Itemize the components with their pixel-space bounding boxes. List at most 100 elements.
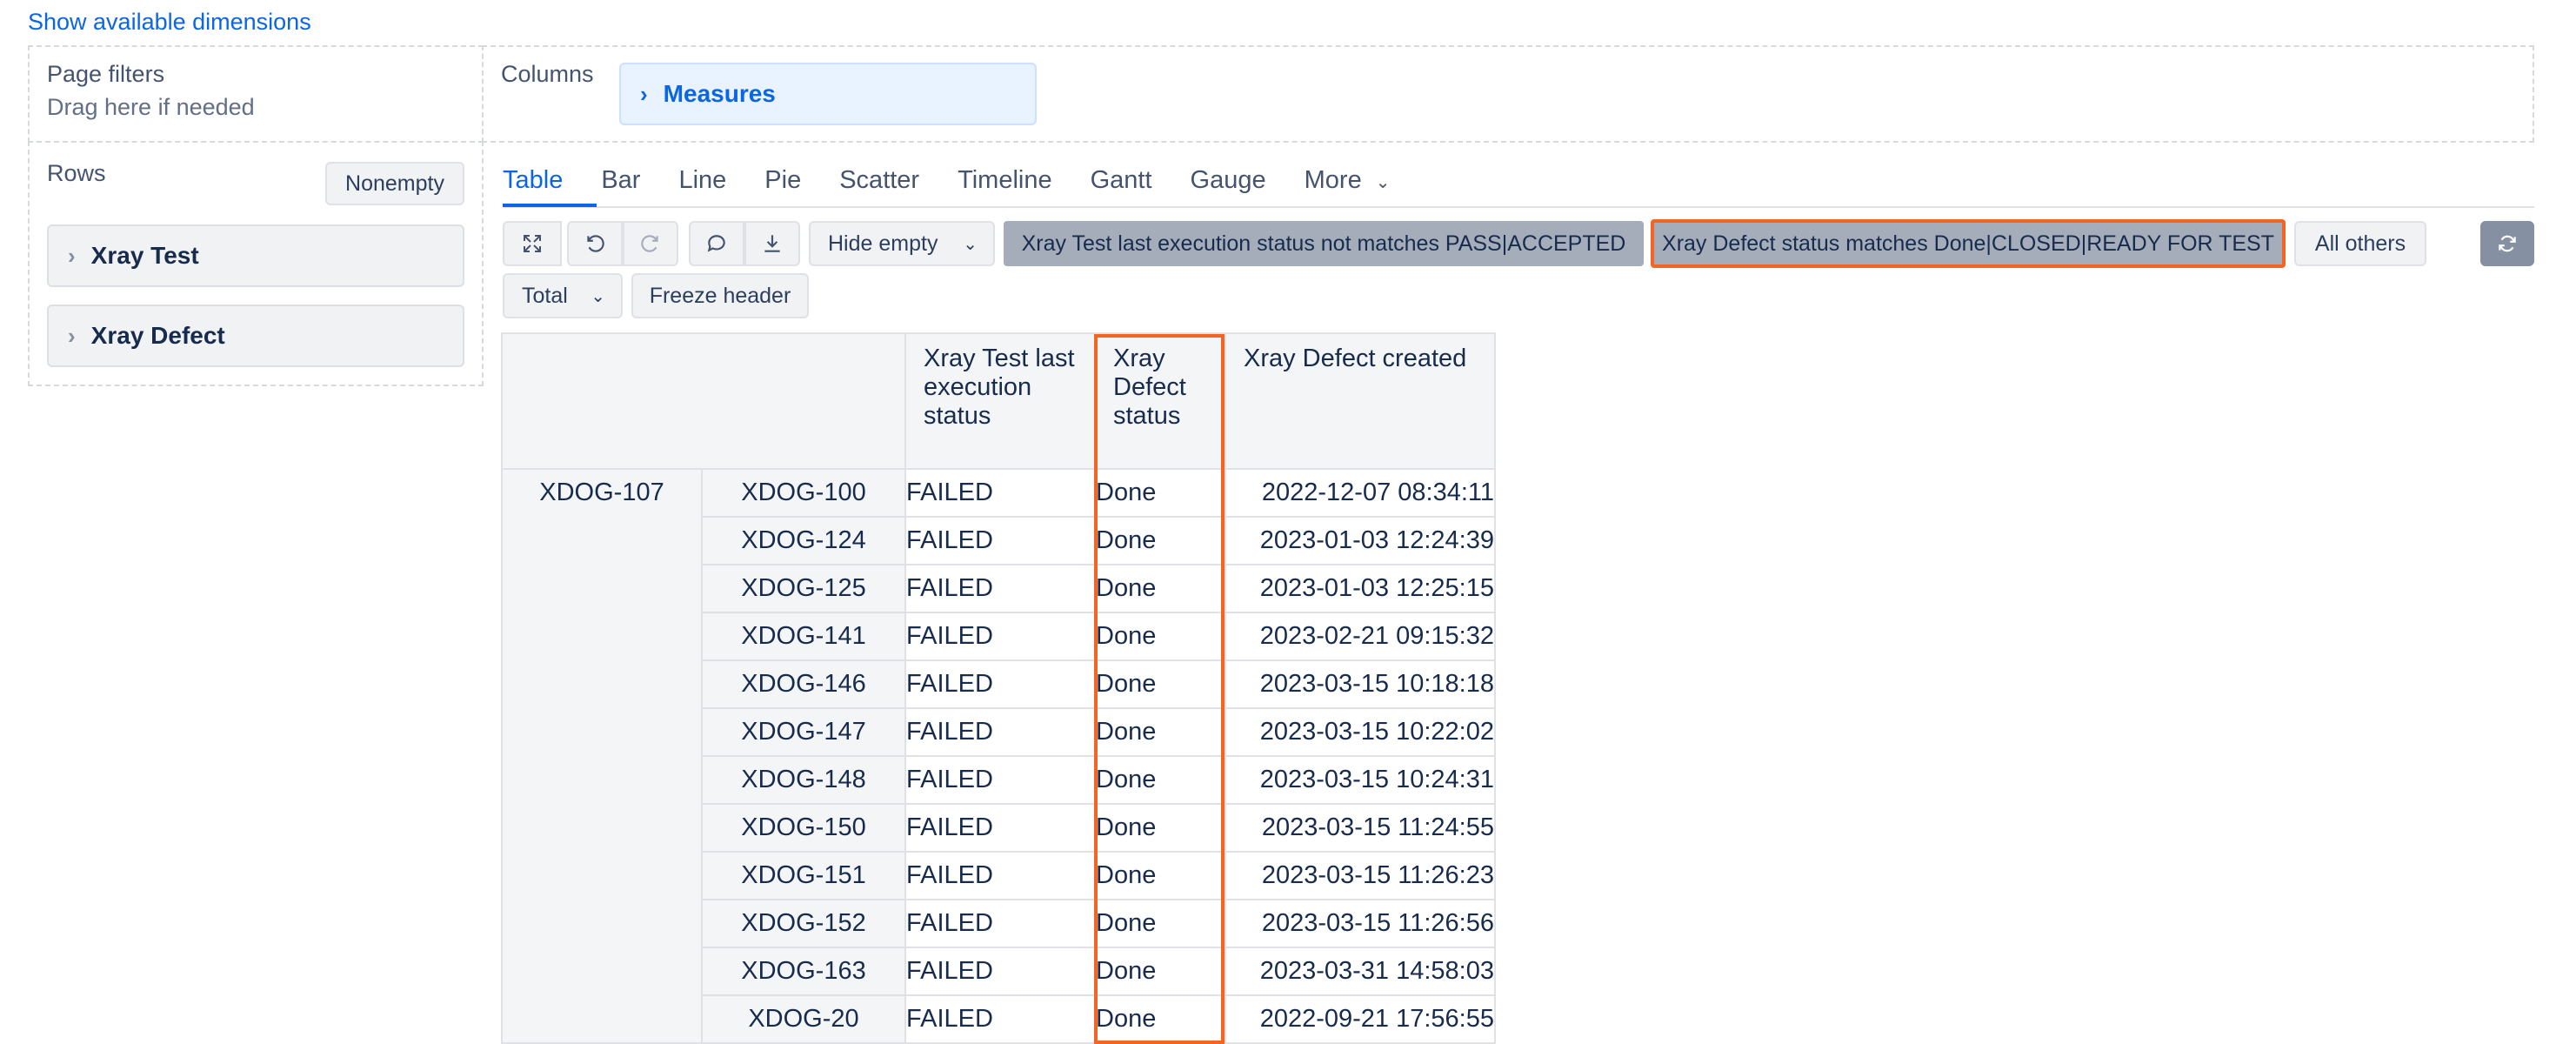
cell-last-execution-status: FAILED — [904, 755, 1096, 805]
row-header-issue[interactable]: XDOG-146 — [701, 659, 906, 709]
chevron-right-icon: › — [640, 80, 648, 107]
refresh-button[interactable] — [2480, 221, 2534, 266]
row-header-issue[interactable]: XDOG-148 — [701, 755, 906, 805]
cell-defect-created: 2023-03-15 11:26:23 — [1225, 851, 1496, 900]
expand-icon — [524, 235, 541, 252]
row-header-issue[interactable]: XDOG-152 — [701, 899, 906, 948]
column-header-last-execution-status[interactable]: Xray Test last execution status — [904, 332, 1096, 470]
nonempty-button[interactable]: Nonempty — [325, 162, 464, 205]
hide-empty-dropdown[interactable]: Hide empty ⌄ — [809, 221, 995, 266]
measures-label: Measures — [663, 80, 776, 107]
all-others-button[interactable]: All others — [2294, 221, 2426, 266]
tab-more[interactable]: More ⌄ — [1305, 166, 1391, 195]
cell-defect-created: 2023-03-15 10:24:31 — [1225, 755, 1496, 805]
cell-defect-status: Done — [1094, 516, 1226, 566]
cell-last-execution-status: FAILED — [904, 947, 1096, 996]
row-header-issue[interactable]: XDOG-150 — [701, 803, 906, 853]
cell-defect-status: Done — [1094, 994, 1226, 1044]
cell-last-execution-status: FAILED — [904, 516, 1096, 566]
column-header-defect-status[interactable]: Xray Defect status — [1094, 332, 1226, 470]
tab-pie[interactable]: Pie — [764, 166, 801, 195]
chevron-down-icon: ⌄ — [591, 286, 605, 306]
cell-defect-created: 2023-03-15 10:22:02 — [1225, 707, 1496, 757]
filter-chip-xray-test-status[interactable]: Xray Test last execution status not matc… — [1004, 221, 1644, 266]
row-header-issue[interactable]: XDOG-151 — [701, 851, 906, 900]
cell-defect-created: 2022-09-21 17:56:55 — [1225, 994, 1496, 1044]
cell-defect-status: Done — [1094, 947, 1226, 996]
table-corner-header — [501, 332, 906, 470]
hide-empty-label: Hide empty — [828, 231, 938, 256]
report-table: Xray Test last execution status Xray Def… — [501, 332, 1496, 1044]
column-dimension-measures[interactable]: › Measures — [619, 63, 1037, 125]
cell-defect-created: 2023-02-21 09:15:32 — [1225, 612, 1496, 661]
chevron-right-icon: › — [68, 322, 76, 349]
cell-last-execution-status: FAILED — [904, 899, 1096, 948]
cell-defect-created: 2023-03-15 11:26:56 — [1225, 899, 1496, 948]
row-header-issue[interactable]: XDOG-125 — [701, 564, 906, 613]
cell-defect-status: Done — [1094, 659, 1226, 709]
cell-last-execution-status: FAILED — [904, 707, 1096, 757]
redo-icon — [641, 235, 658, 252]
cell-defect-created: 2022-12-07 08:34:11 — [1225, 468, 1496, 518]
freeze-header-button[interactable]: Freeze header — [631, 273, 809, 318]
download-icon — [764, 235, 780, 252]
cell-defect-created: 2023-01-03 12:24:39 — [1225, 516, 1496, 566]
tab-scatter[interactable]: Scatter — [839, 166, 919, 195]
cell-defect-status: Done — [1094, 468, 1226, 518]
tab-table[interactable]: Table — [503, 166, 563, 195]
cell-last-execution-status: FAILED — [904, 612, 1096, 661]
undo-icon — [587, 235, 604, 252]
cell-last-execution-status: FAILED — [904, 564, 1096, 613]
row-header-issue[interactable]: XDOG-141 — [701, 612, 906, 661]
show-available-dimensions-link[interactable]: Show available dimensions — [28, 9, 311, 36]
comment-button[interactable] — [689, 221, 744, 266]
xray-defect-label: Xray Defect — [90, 322, 225, 349]
row-header-issue[interactable]: XDOG-163 — [701, 947, 906, 996]
cell-defect-status: Done — [1094, 899, 1226, 948]
cell-defect-status: Done — [1094, 612, 1226, 661]
cell-defect-created: 2023-03-31 14:58:03 — [1225, 947, 1496, 996]
tab-line[interactable]: Line — [678, 166, 726, 195]
cell-defect-status: Done — [1094, 564, 1226, 613]
tab-gauge[interactable]: Gauge — [1191, 166, 1266, 195]
tab-timeline[interactable]: Timeline — [958, 166, 1052, 195]
redo-button[interactable] — [623, 221, 678, 266]
columns-title: Columns — [501, 61, 594, 87]
cell-last-execution-status: FAILED — [904, 659, 1096, 709]
column-header-defect-created[interactable]: Xray Defect created — [1225, 332, 1496, 470]
row-group-header[interactable]: XDOG-107 — [501, 468, 703, 1044]
xray-test-label: Xray Test — [90, 242, 199, 269]
cell-defect-status: Done — [1094, 707, 1226, 757]
filter-chip-xray-defect-status[interactable]: Xray Defect status matches Done|CLOSED|R… — [1651, 219, 2286, 268]
tab-gantt[interactable]: Gantt — [1091, 166, 1152, 195]
table-row: XDOG-107 XDOG-100 FAILED Done 2022-12-07 08:… — [501, 468, 1496, 1044]
row-dimension-xray-defect[interactable]: › Xray Defect — [47, 304, 464, 367]
page-filters-title: Page filters — [47, 61, 165, 87]
cell-defect-status: Done — [1094, 755, 1226, 805]
row-dimension-xray-test[interactable]: › Xray Test — [47, 224, 464, 287]
cell-defect-status: Done — [1094, 803, 1226, 853]
chevron-right-icon: › — [68, 242, 76, 269]
cell-defect-created: 2023-03-15 10:18:18 — [1225, 659, 1496, 709]
cell-last-execution-status: FAILED — [904, 851, 1096, 900]
cell-last-execution-status: FAILED — [904, 994, 1096, 1044]
undo-button[interactable] — [567, 221, 623, 266]
page-filters-hint: Drag here if needed — [47, 94, 255, 120]
cell-defect-created: 2023-01-03 12:25:15 — [1225, 564, 1496, 613]
fullscreen-button[interactable] — [503, 221, 562, 266]
chart-type-tabs: Table Bar Line Pie Scatter Timeline Gant… — [503, 153, 1429, 207]
cell-last-execution-status: FAILED — [904, 803, 1096, 853]
total-dropdown[interactable]: Total ⌄ — [503, 273, 623, 318]
row-header-issue[interactable]: XDOG-147 — [701, 707, 906, 757]
row-header-issue[interactable]: XDOG-124 — [701, 516, 906, 566]
comment-icon — [707, 235, 725, 252]
tabs-divider — [503, 206, 2534, 208]
cell-defect-created: 2023-03-15 11:24:55 — [1225, 803, 1496, 853]
active-tab-indicator — [503, 204, 597, 207]
row-header-issue[interactable]: XDOG-20 — [701, 994, 906, 1044]
rows-title: Rows — [47, 160, 106, 186]
tab-bar[interactable]: Bar — [601, 166, 640, 195]
row-header-issue[interactable]: XDOG-100 — [701, 468, 906, 518]
export-button[interactable] — [744, 221, 800, 266]
total-label: Total — [522, 283, 568, 308]
